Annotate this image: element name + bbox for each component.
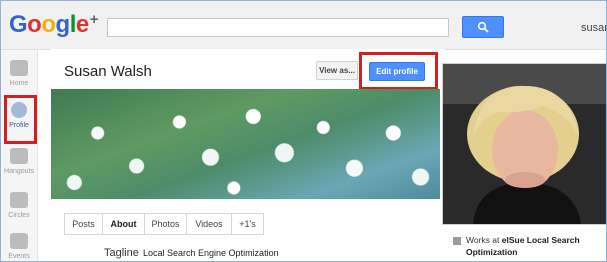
logo-letter: o (27, 11, 42, 38)
left-nav: Home Profile Hangouts Circles Events (1, 50, 38, 261)
nav-item-events[interactable]: Events (1, 233, 37, 260)
search-button[interactable] (462, 16, 504, 38)
nav-item-circles[interactable]: Circles (1, 192, 37, 219)
works-at-text: Works at elSue Local Search Optimization (466, 234, 604, 258)
tab-about[interactable]: About (103, 214, 145, 234)
profile-photo-image (443, 64, 606, 224)
nav-item-label: Home (9, 80, 29, 87)
nav-item-label: Events (8, 253, 30, 260)
search-icon (477, 21, 489, 33)
works-at-prefix: Works at (466, 235, 502, 245)
tagline-label: Tagline (104, 247, 139, 259)
top-bar: Google+ susan (1, 1, 606, 50)
view-as-button[interactable]: View as... (316, 61, 358, 80)
profile-photo[interactable] (442, 63, 606, 225)
circles-icon (10, 192, 28, 208)
tab-plus-ones[interactable]: +1's (232, 214, 263, 234)
tab-photos[interactable]: Photos (145, 214, 187, 234)
highlight-box-profile (4, 95, 37, 144)
tab-videos[interactable]: Videos (187, 214, 232, 234)
nav-item-hangouts[interactable]: Hangouts (1, 148, 37, 175)
events-icon (10, 233, 28, 249)
profile-tabs: Posts About Photos Videos +1's (64, 213, 264, 235)
home-icon (10, 60, 28, 76)
google-plus-logo[interactable]: Google+ (9, 11, 99, 39)
tab-posts[interactable]: Posts (65, 214, 103, 234)
nav-item-label: Circles (8, 212, 30, 219)
briefcase-icon (453, 237, 461, 245)
user-name[interactable]: susan (581, 22, 606, 34)
profile-name: Susan Walsh (64, 63, 152, 80)
cover-photo[interactable] (51, 89, 440, 199)
logo-letter: G (9, 11, 28, 38)
logo-letter: g (55, 11, 71, 38)
app-frame: Google+ susan Home Profile Hangouts Circ… (0, 0, 607, 262)
tagline-value: Local Search Engine Optimization (143, 248, 279, 258)
hangouts-icon (10, 148, 28, 164)
logo-letter: o (41, 11, 56, 38)
logo-letter: e (75, 11, 89, 38)
search-input[interactable] (107, 18, 449, 37)
nav-item-home[interactable]: Home (1, 60, 37, 87)
logo-plus: + (89, 11, 99, 28)
nav-item-label: Hangouts (4, 168, 34, 175)
highlight-box-edit-profile (359, 52, 438, 90)
